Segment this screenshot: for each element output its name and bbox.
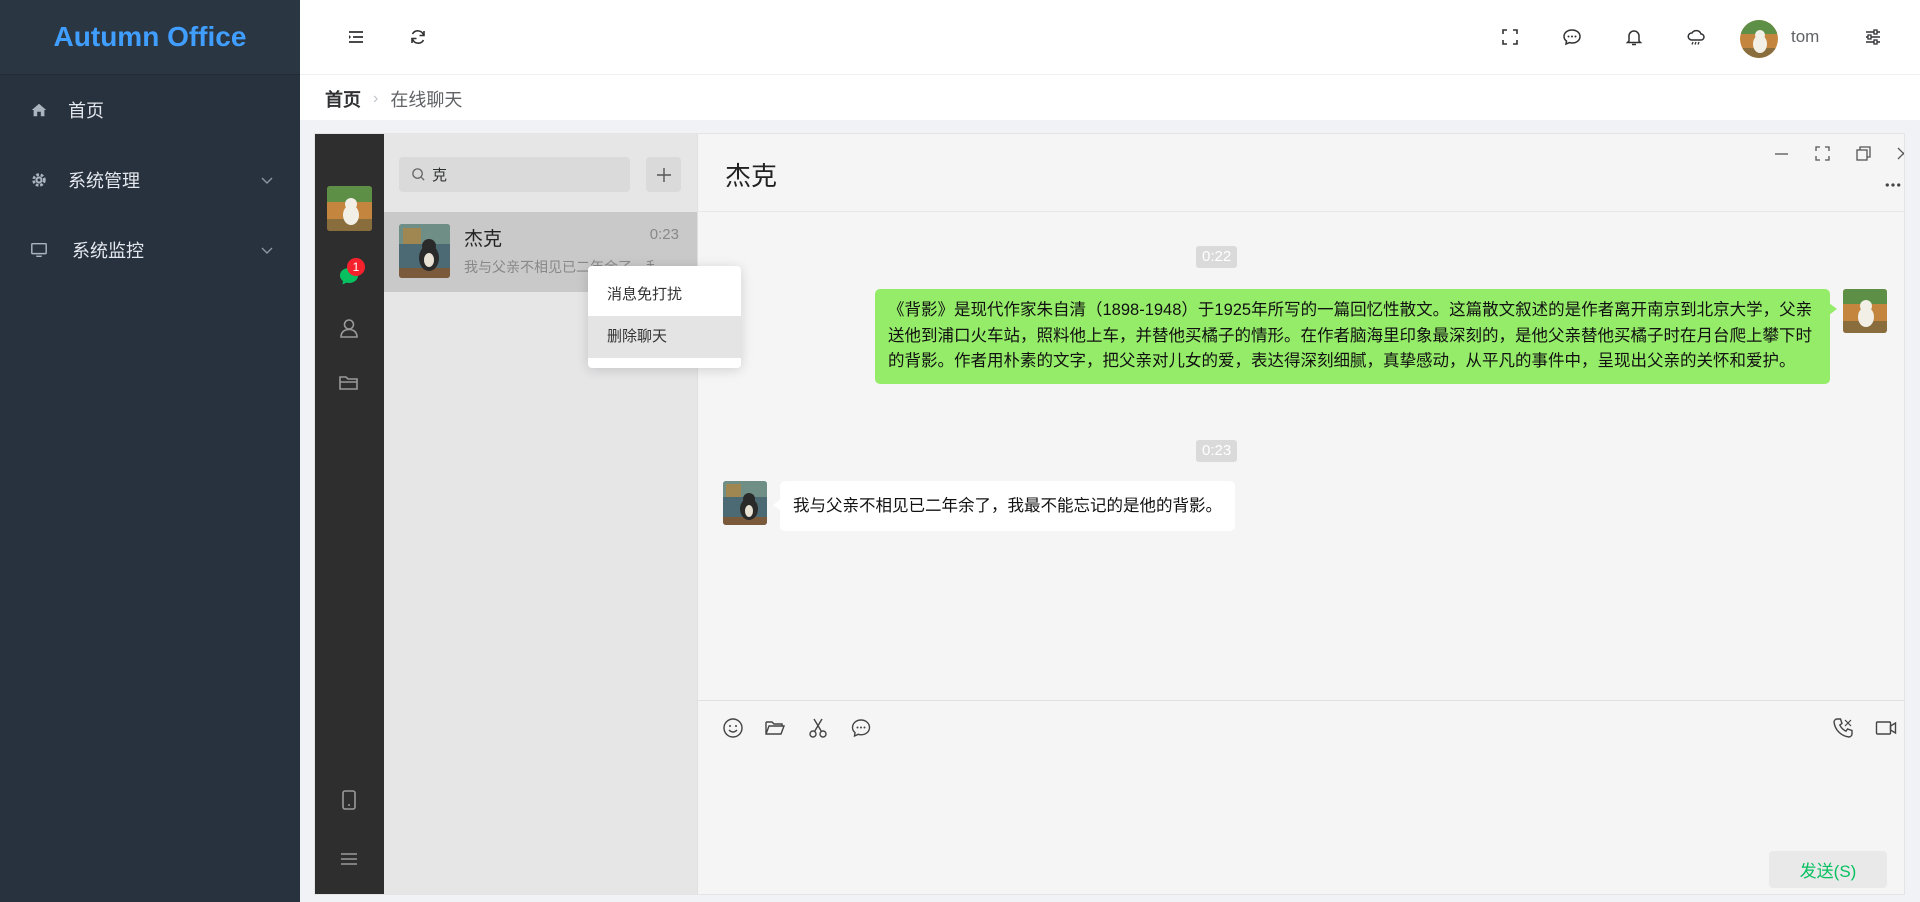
user-icon bbox=[340, 319, 358, 338]
sidebar-item-home[interactable]: 首页 bbox=[0, 75, 300, 145]
chat-history-button[interactable] bbox=[847, 714, 875, 742]
app-sidebar: Autumn Office 首页 系统管理 系统监控 bbox=[0, 0, 300, 902]
fullscreen-button[interactable] bbox=[1498, 25, 1522, 49]
chat-nav-rail: 1 bbox=[315, 134, 384, 894]
video-camera-icon bbox=[1875, 721, 1897, 735]
conversation-header: 杰克 bbox=[698, 134, 1904, 212]
contact-avatar bbox=[399, 224, 450, 278]
chat-bubble-icon bbox=[851, 719, 871, 738]
sidebar-item-label: 系统管理 bbox=[68, 171, 140, 191]
my-avatar[interactable] bbox=[327, 186, 372, 231]
fullscreen-icon bbox=[1814, 145, 1830, 161]
brand-title: Autumn Office bbox=[53, 21, 247, 52]
menu-fold-button[interactable] bbox=[344, 25, 368, 49]
chat-more-button[interactable] bbox=[1882, 174, 1904, 196]
rail-more-menu-button[interactable] bbox=[335, 845, 363, 873]
search-icon bbox=[412, 168, 425, 181]
weather-icon bbox=[1687, 29, 1705, 45]
conversation-name: 杰克 bbox=[464, 229, 503, 250]
send-file-button[interactable] bbox=[761, 714, 789, 742]
rail-contacts-button[interactable] bbox=[335, 314, 363, 342]
context-menu-mute[interactable]: 消息免打扰 bbox=[588, 274, 741, 316]
context-menu-delete-chat[interactable]: 删除聊天 bbox=[588, 316, 741, 358]
folder-icon bbox=[339, 376, 358, 390]
breadcrumb-current: 在线聊天 bbox=[390, 90, 463, 110]
chevron-down-icon bbox=[261, 247, 273, 254]
minimize-button[interactable] bbox=[1768, 140, 1794, 166]
send-button[interactable]: 发送(S) bbox=[1769, 851, 1887, 888]
message-timestamp: 0:22 bbox=[1196, 246, 1238, 268]
screenshot-button[interactable] bbox=[804, 714, 832, 742]
hamburger-menu-icon bbox=[341, 853, 357, 865]
video-call-button[interactable] bbox=[1872, 714, 1900, 742]
folder-open-icon bbox=[765, 721, 786, 735]
refresh-icon bbox=[411, 30, 425, 44]
unread-badge: 1 bbox=[347, 258, 365, 276]
home-icon bbox=[30, 101, 48, 119]
top-header: tom bbox=[300, 0, 1920, 75]
chevron-down-icon bbox=[261, 177, 273, 184]
conversation-list-panel: 杰克 0:23 我与父亲不相见已二年余了，我最不能忘记的是他的背影。 bbox=[384, 134, 697, 894]
conversation-time: 0:23 bbox=[649, 226, 679, 243]
settings-sliders-icon bbox=[1866, 29, 1880, 45]
voice-call-button[interactable] bbox=[1829, 714, 1857, 742]
phone-icon bbox=[1833, 718, 1853, 738]
restore-button[interactable] bbox=[1850, 140, 1876, 166]
contact-message-avatar bbox=[723, 481, 767, 525]
breadcrumb: 首页 › 在线聊天 bbox=[325, 86, 462, 112]
rail-mobile-button[interactable] bbox=[335, 786, 363, 814]
brand-logo[interactable]: Autumn Office bbox=[0, 0, 300, 75]
search-input[interactable] bbox=[432, 166, 612, 183]
outgoing-message-bubble[interactable]: 《背影》是现代作家朱自清（1898-1948）于1925年所写的一篇回忆性散文。… bbox=[875, 289, 1837, 384]
conversation-title: 杰克 bbox=[725, 161, 778, 191]
my-message-avatar bbox=[1843, 289, 1887, 333]
more-dots-icon bbox=[1885, 183, 1901, 187]
emoji-button[interactable] bbox=[719, 714, 747, 742]
message-timestamp: 0:23 bbox=[1196, 440, 1238, 462]
settings-button[interactable] bbox=[1861, 25, 1885, 49]
chat-window: 1 杰克 0:23 我与父亲不相见已二年余了，我最不能忘记的是他的背 bbox=[314, 133, 1905, 895]
gear-icon bbox=[30, 171, 48, 189]
plus-icon bbox=[656, 167, 671, 182]
username-label[interactable]: tom bbox=[1791, 27, 1819, 47]
notification-button[interactable] bbox=[1622, 25, 1646, 49]
sidebar-item-system-management[interactable]: 系统管理 bbox=[0, 145, 300, 215]
close-icon bbox=[1897, 147, 1904, 159]
incoming-message-bubble[interactable]: 我与父亲不相见已二年余了，我最不能忘记的是他的背影。 bbox=[773, 481, 1235, 531]
mobile-phone-icon bbox=[342, 790, 356, 810]
add-chat-button[interactable] bbox=[646, 157, 681, 192]
sidebar-item-label: 系统监控 bbox=[72, 241, 144, 261]
close-button[interactable] bbox=[1890, 140, 1904, 166]
message-composer[interactable]: 发送(S) bbox=[698, 700, 1904, 894]
user-avatar[interactable] bbox=[1740, 20, 1778, 58]
chat-button[interactable] bbox=[1560, 25, 1584, 49]
menu-fold-icon bbox=[349, 31, 363, 43]
search-box[interactable] bbox=[399, 157, 630, 192]
scissors-icon bbox=[809, 718, 827, 738]
fullscreen-chat-button[interactable] bbox=[1809, 140, 1835, 166]
refresh-button[interactable] bbox=[406, 25, 430, 49]
weather-button[interactable] bbox=[1684, 25, 1708, 49]
restore-window-icon bbox=[1855, 145, 1871, 161]
emoji-icon bbox=[723, 718, 743, 738]
sidebar-item-label: 首页 bbox=[68, 101, 104, 121]
rail-files-button[interactable] bbox=[335, 369, 363, 397]
breadcrumb-home-link[interactable]: 首页 bbox=[325, 86, 361, 112]
fullscreen-icon bbox=[1502, 29, 1518, 45]
conversation-context-menu: 消息免打扰 删除聊天 bbox=[588, 266, 741, 368]
monitor-icon bbox=[30, 241, 48, 259]
breadcrumb-separator-icon: › bbox=[373, 90, 379, 107]
chat-icon bbox=[1563, 29, 1581, 46]
conversation-pane: 杰克 0:22 《背影》是现代作家朱自清（1898-1948）于1925年所写的… bbox=[697, 134, 1904, 894]
sidebar-item-system-monitor[interactable]: 系统监控 bbox=[0, 215, 300, 285]
minimize-icon bbox=[1774, 152, 1788, 155]
bell-icon bbox=[1625, 30, 1643, 46]
